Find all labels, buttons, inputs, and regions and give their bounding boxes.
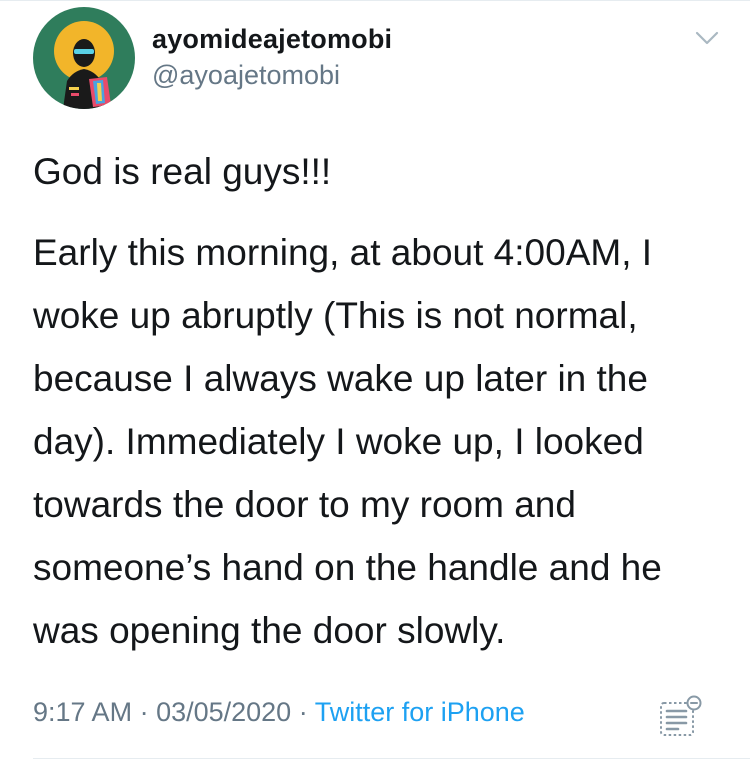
chevron-down-icon[interactable]	[694, 28, 720, 48]
meta-separator: ·	[132, 697, 157, 727]
bottom-divider	[33, 758, 750, 759]
tweet-date: 03/05/2020	[156, 697, 292, 727]
tweet-text-paragraph: Early this morning, at about 4:00AM, I w…	[33, 221, 733, 662]
avatar[interactable]	[33, 7, 135, 109]
avatar-image	[33, 7, 135, 109]
tweet-text: God is real guys!!! Early this morning, …	[33, 140, 733, 662]
tweet-text-line: woke up abruptly (This is not normal,	[33, 295, 638, 336]
tweet-text-line: Early this morning, at about 4:00AM, I	[33, 232, 653, 273]
tweet-text-line: towards the door to my room and	[33, 484, 576, 525]
tweet-time: 9:17 AM	[33, 697, 133, 727]
top-divider	[0, 0, 750, 1]
tweet-source-link[interactable]: Twitter for iPhone	[315, 697, 525, 727]
display-name[interactable]: ayomideajetomobi	[152, 24, 392, 55]
tweet-text-line: because I always wake up later in the	[33, 358, 648, 399]
meta-separator: ·	[291, 697, 315, 727]
tweet-detail: ayomideajetomobi @ayoajetomobi God is re…	[0, 0, 750, 771]
tweet-text-line: day). Immediately I woke up, I looked	[33, 421, 644, 462]
tweet-text-paragraph: God is real guys!!!	[33, 151, 332, 192]
tweet-meta: 9:17 AM · 03/05/2020 · Twitter for iPhon…	[33, 697, 525, 728]
user-handle[interactable]: @ayoajetomobi	[152, 60, 340, 91]
analytics-icon[interactable]	[656, 694, 708, 740]
tweet-text-line: was opening the door slowly.	[33, 610, 506, 651]
tweet-text-line: someone’s hand on the handle and he	[33, 547, 662, 588]
